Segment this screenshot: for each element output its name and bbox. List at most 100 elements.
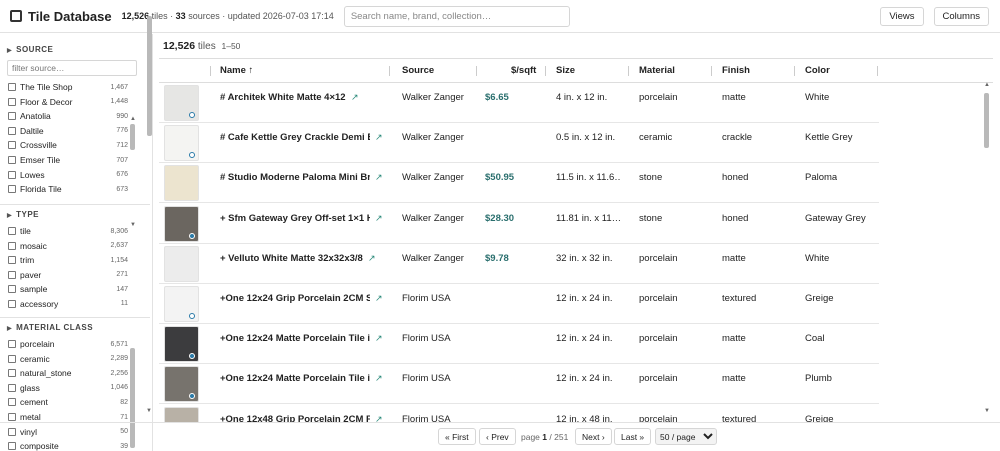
scroll-up-icon[interactable]: ▲ bbox=[984, 82, 990, 88]
external-link-icon[interactable]: ↗ bbox=[375, 373, 383, 384]
checkbox[interactable] bbox=[8, 383, 16, 392]
table-row[interactable]: +One 12x24 Matte Porcelain Tile in … ↗ Flo… bbox=[159, 324, 879, 365]
checkbox[interactable] bbox=[8, 340, 16, 348]
facet-option[interactable]: accessory 11 bbox=[8, 297, 128, 311]
facet-heading-source[interactable]: ▶ SOURCE bbox=[7, 45, 53, 54]
facet-option[interactable]: Crossville 712 bbox=[8, 138, 128, 152]
facet-heading-material-class[interactable]: ▶ MATERIAL CLASS bbox=[7, 323, 93, 332]
external-link-icon[interactable]: ↗ bbox=[375, 132, 383, 143]
table-row[interactable]: # Architek White Matte 4×12 ↗ Walker Zange… bbox=[159, 83, 879, 123]
checkbox[interactable] bbox=[8, 170, 16, 179]
table-row[interactable]: +One 12x24 Matte Porcelain Tile in … ↗ Flo… bbox=[159, 364, 879, 405]
prev-page-button[interactable]: ‹ Prev bbox=[479, 428, 516, 445]
column-header-material[interactable]: Material bbox=[639, 65, 675, 76]
column-header-name[interactable]: Name ↑ bbox=[220, 65, 253, 76]
table-row[interactable]: # Cafe Kettle Grey Crackle Demi Bn … ↗ Wal… bbox=[159, 123, 879, 164]
sidebar-scrollbar[interactable]: ▲ ▼ bbox=[145, 16, 153, 417]
scroll-down-icon[interactable]: ▼ bbox=[146, 408, 152, 414]
tile-name[interactable]: +One 12x48 Grip Porcelain 2CM Pav… bbox=[220, 414, 370, 422]
column-header-size[interactable]: Size bbox=[556, 65, 575, 76]
external-link-icon[interactable]: ↗ bbox=[375, 213, 383, 224]
views-button[interactable]: Views bbox=[880, 6, 924, 26]
facet-option[interactable]: natural_stone 2,256 bbox=[8, 366, 128, 380]
tile-name[interactable]: +One 12x24 Matte Porcelain Tile in … bbox=[220, 373, 370, 384]
checkbox[interactable] bbox=[8, 413, 16, 421]
facet-option[interactable]: The Tile Shop 1,467 bbox=[8, 80, 128, 94]
scroll-down-icon[interactable]: ▼ bbox=[984, 408, 990, 414]
facet-option[interactable]: sample 147 bbox=[8, 282, 128, 296]
checkbox[interactable] bbox=[8, 285, 16, 293]
checkbox[interactable] bbox=[8, 256, 16, 264]
column-header-color[interactable]: Color bbox=[805, 65, 830, 76]
column-separator[interactable] bbox=[794, 66, 795, 76]
checkbox[interactable] bbox=[8, 185, 16, 194]
columns-button[interactable]: Columns bbox=[933, 6, 989, 26]
tile-thumbnail[interactable] bbox=[164, 406, 199, 422]
column-header-source[interactable]: Source bbox=[402, 65, 434, 76]
facet-option[interactable]: paver 271 bbox=[8, 268, 128, 282]
checkbox[interactable] bbox=[8, 398, 16, 407]
external-link-icon[interactable]: ↗ bbox=[368, 253, 376, 264]
checkbox[interactable] bbox=[8, 156, 16, 164]
source-list-scrollbar[interactable]: ▲ ▼ bbox=[130, 116, 136, 234]
column-separator[interactable] bbox=[877, 66, 878, 76]
tile-name[interactable]: # Studio Moderne Paloma Mini Brick… bbox=[220, 172, 370, 183]
scroll-up-icon[interactable]: ▲ bbox=[130, 116, 136, 122]
facet-option[interactable]: Anatolia 990 bbox=[8, 109, 128, 123]
tile-name[interactable]: +One 12x24 Matte Porcelain Tile in … bbox=[220, 333, 370, 344]
table-row[interactable]: # Studio Moderne Paloma Mini Brick… ↗ Walk… bbox=[159, 163, 879, 204]
facet-option[interactable]: Florida Tile 673 bbox=[8, 182, 128, 196]
external-link-icon[interactable]: ↗ bbox=[375, 333, 383, 344]
external-link-icon[interactable]: ↗ bbox=[375, 414, 383, 422]
table-row[interactable]: +One 12x24 Grip Porcelain 2CM Stai… ↗ Flor… bbox=[159, 284, 879, 324]
checkbox[interactable] bbox=[8, 141, 16, 150]
column-separator[interactable] bbox=[545, 66, 546, 76]
scroll-thumb[interactable] bbox=[984, 93, 989, 148]
table-row[interactable]: + Velluto White Matte 32x32x3/8 ↗ Walker Z… bbox=[159, 244, 879, 284]
per-page-select[interactable]: 50 / page bbox=[655, 428, 717, 445]
facet-option[interactable]: ceramic 2,289 bbox=[8, 352, 128, 366]
next-page-button[interactable]: Next › bbox=[575, 428, 612, 445]
checkbox[interactable] bbox=[8, 112, 16, 121]
facet-option[interactable]: tile 8,306 bbox=[8, 224, 128, 238]
checkbox[interactable] bbox=[8, 241, 16, 250]
column-separator[interactable] bbox=[389, 66, 390, 76]
tile-name[interactable]: + Velluto White Matte 32x32x3/8 bbox=[220, 253, 363, 264]
column-header-finish[interactable]: Finish bbox=[722, 65, 750, 76]
tile-name[interactable]: + Sfm Gateway Grey Off-set 1×1 Hon… bbox=[220, 213, 370, 224]
checkbox[interactable] bbox=[8, 83, 16, 91]
facet-option[interactable]: cement 82 bbox=[8, 395, 128, 409]
last-page-button[interactable]: Last » bbox=[614, 428, 652, 445]
facet-heading-type[interactable]: ▶ TYPE bbox=[7, 210, 39, 219]
tile-thumbnail[interactable] bbox=[164, 245, 199, 282]
checkbox[interactable] bbox=[8, 270, 16, 279]
facet-option[interactable]: trim 1,154 bbox=[8, 253, 128, 267]
external-link-icon[interactable]: ↗ bbox=[351, 92, 359, 103]
external-link-icon[interactable]: ↗ bbox=[375, 293, 383, 304]
column-separator[interactable] bbox=[476, 66, 477, 76]
table-row[interactable]: + Sfm Gateway Grey Off-set 1×1 Hon… ↗ Walk… bbox=[159, 204, 879, 244]
checkbox[interactable] bbox=[8, 354, 16, 363]
scroll-thumb[interactable] bbox=[147, 16, 152, 136]
facet-option[interactable]: mosaic 2,637 bbox=[8, 239, 128, 253]
external-link-icon[interactable]: ↗ bbox=[375, 172, 383, 183]
facet-option[interactable]: Daltile 776 bbox=[8, 124, 128, 138]
checkbox[interactable] bbox=[8, 126, 16, 135]
column-header-price[interactable]: $/sqft bbox=[511, 65, 536, 76]
tile-thumbnail[interactable] bbox=[164, 165, 199, 202]
scroll-down-icon[interactable]: ▼ bbox=[130, 222, 136, 228]
column-separator[interactable] bbox=[628, 66, 629, 76]
tile-name[interactable]: +One 12x24 Grip Porcelain 2CM Stai… bbox=[220, 293, 370, 304]
facet-option[interactable]: porcelain 6,571 bbox=[8, 337, 128, 351]
scroll-thumb[interactable] bbox=[130, 124, 135, 150]
facet-option[interactable]: Emser Tile 707 bbox=[8, 153, 128, 167]
table-scrollbar[interactable]: ▲ ▼ bbox=[982, 82, 991, 420]
source-filter-input[interactable] bbox=[7, 60, 137, 76]
tile-name[interactable]: # Architek White Matte 4×12 bbox=[220, 92, 346, 103]
facet-option[interactable]: Floor & Decor 1,448 bbox=[8, 95, 128, 109]
checkbox[interactable] bbox=[8, 299, 16, 308]
tile-name[interactable]: # Cafe Kettle Grey Crackle Demi Bn … bbox=[220, 132, 370, 143]
checkbox[interactable] bbox=[8, 97, 16, 106]
column-separator[interactable] bbox=[711, 66, 712, 76]
search-input[interactable] bbox=[343, 5, 570, 27]
